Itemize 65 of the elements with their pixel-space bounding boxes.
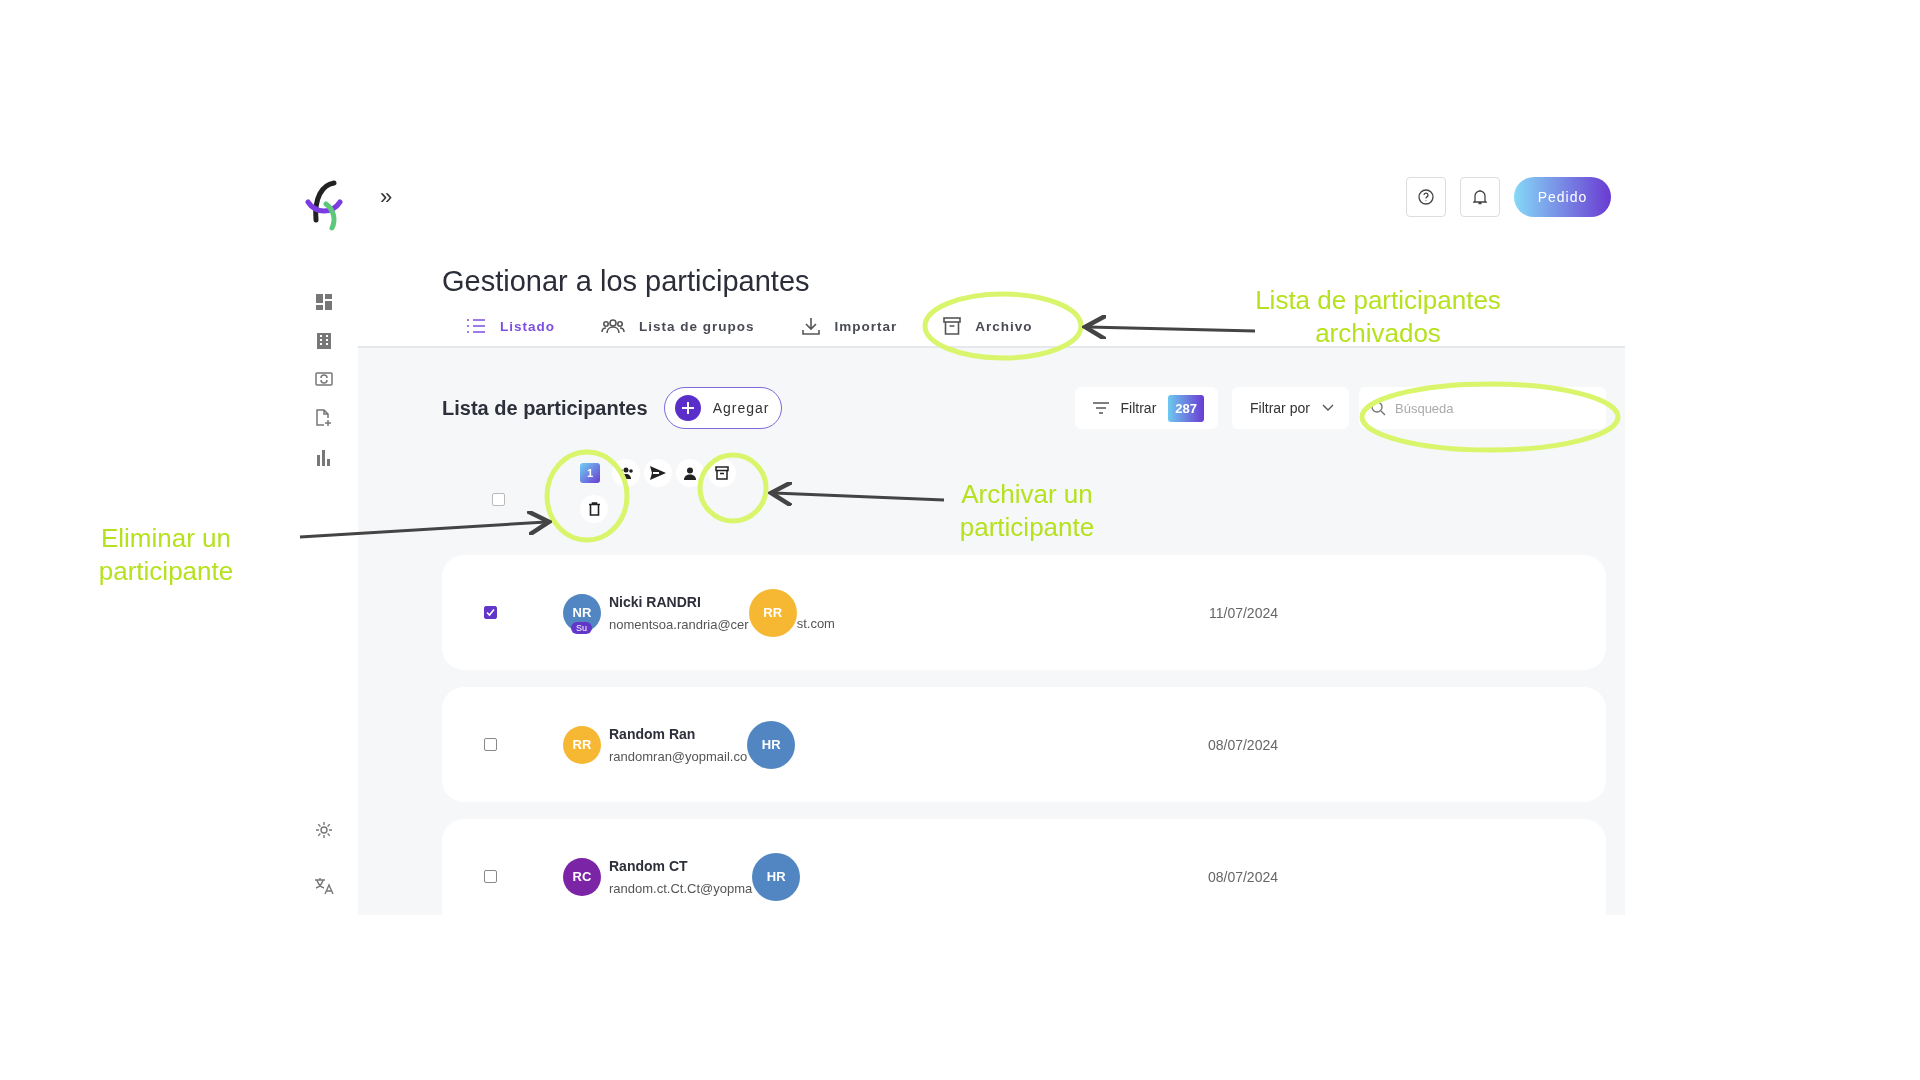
tab[interactable]: Lista de grupos — [601, 316, 755, 336]
search-icon — [1371, 401, 1386, 416]
tab[interactable]: Listado — [466, 316, 555, 336]
screen-icon[interactable] — [315, 372, 333, 386]
filter-dropdown[interactable]: Filtrar por — [1232, 387, 1349, 429]
avatar: RC — [563, 857, 601, 896]
manager-avatar: HR — [752, 852, 801, 901]
row-checkbox[interactable] — [484, 606, 497, 619]
person-button[interactable] — [676, 459, 704, 487]
archive-button[interactable] — [708, 459, 736, 487]
group-icon — [601, 318, 625, 334]
search-field[interactable]: Búsqueda — [1359, 387, 1606, 429]
select-all-checkbox[interactable] — [492, 493, 505, 506]
filter-icon — [1092, 402, 1109, 414]
send-icon — [650, 466, 666, 480]
send-button[interactable] — [644, 459, 672, 487]
annotation-text: Lista de participantes archivados — [1254, 284, 1502, 349]
add-button[interactable]: Agregar — [663, 387, 783, 429]
participant-card[interactable]: RR Random Ran randomran@yopmail.co HR 08/07/2024 — [442, 687, 1606, 802]
dashboard-icon[interactable] — [316, 294, 332, 310]
help-button[interactable] — [1406, 177, 1446, 217]
selected-count: 1 — [580, 463, 600, 483]
bell-icon — [1473, 189, 1487, 205]
participant-name: Random Ran — [609, 725, 697, 742]
participant-card[interactable]: NR Su Nicki RANDRI nomentsoa.randria@cer RR st.com 11/07/2024 — [442, 555, 1606, 670]
chevron-down-icon — [1321, 404, 1334, 412]
participant-email: randomran@yopmail.co — [609, 748, 748, 764]
participant-card[interactable]: RC Random CT random.ct.Ct.Ct@yopma HR 08/07/2024 — [442, 819, 1606, 915]
delete-button[interactable] — [580, 495, 608, 523]
building-icon[interactable] — [317, 333, 331, 349]
translate-icon[interactable] — [314, 877, 334, 895]
page-title: Gestionar a los participantes — [442, 265, 811, 298]
notification-button[interactable] — [1460, 177, 1500, 217]
participant-email: random.ct.Ct.Ct@yopma — [609, 880, 753, 896]
plus-icon — [674, 395, 701, 421]
row-checkbox[interactable] — [484, 738, 497, 751]
archive-icon — [715, 466, 729, 480]
date-text: 11/07/2024 — [1208, 604, 1278, 621]
expand-icon[interactable]: » — [380, 184, 393, 210]
logo-icon — [304, 180, 344, 232]
date-text: 08/07/2024 — [1207, 736, 1278, 753]
list-title: Lista de participantes — [442, 396, 648, 420]
highlight-ellipse — [697, 452, 769, 524]
help-icon — [1418, 189, 1434, 205]
tab[interactable]: Archivo — [943, 316, 1033, 336]
tab[interactable]: Importar — [800, 316, 898, 336]
file-add-icon[interactable] — [316, 409, 332, 427]
manager-avatar: HR — [747, 720, 796, 769]
download-icon — [800, 316, 821, 336]
filter-button[interactable]: Filtrar 287 — [1074, 387, 1218, 429]
archive-icon — [943, 317, 962, 335]
email-fragment: st.com — [796, 616, 835, 631]
participant-email: nomentsoa.randria@cer — [609, 616, 749, 632]
participant-name: Nicki RANDRI — [609, 593, 702, 610]
annotation-text: Archivar un participante — [958, 478, 1096, 543]
trash-icon — [588, 502, 600, 516]
manager-avatar: RR — [748, 588, 797, 637]
participant-name: Random CT — [609, 857, 689, 874]
row-checkbox[interactable] — [484, 870, 497, 883]
date-text: 08/07/2024 — [1207, 868, 1278, 885]
list-icon — [466, 318, 486, 334]
bar-chart-icon[interactable] — [317, 450, 331, 466]
avatar: RR — [563, 725, 601, 764]
annotation-text: Eliminar un participante — [97, 522, 235, 587]
person-icon — [684, 466, 696, 480]
